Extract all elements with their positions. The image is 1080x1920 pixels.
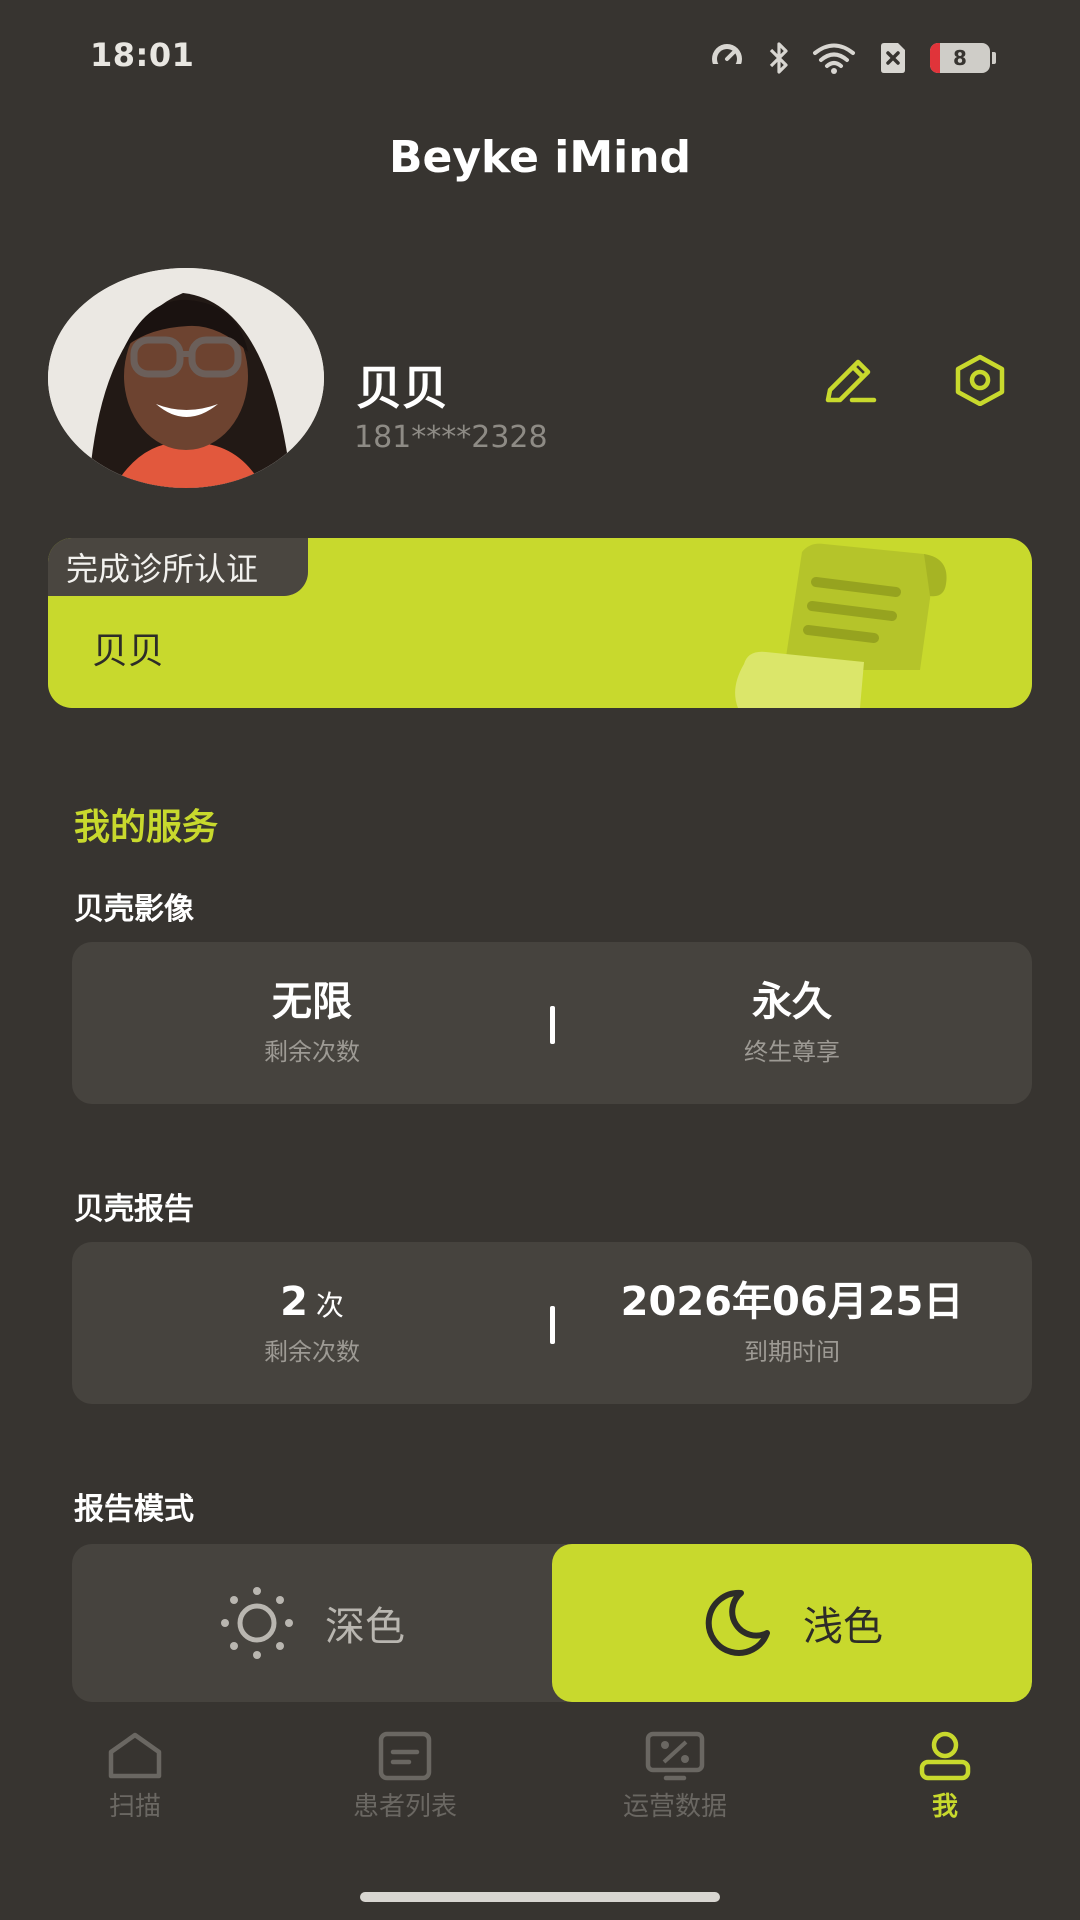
report-mode-toggle: 深色 浅色	[72, 1544, 1032, 1702]
bluetooth-icon	[769, 42, 788, 74]
tab-me-label: 我	[931, 1792, 958, 1822]
user-phone: 181****2328	[354, 420, 548, 455]
imaging-remaining: 无限 剩余次数	[72, 942, 552, 1104]
battery-level: 8	[953, 46, 967, 70]
tab-patient-list-label: 患者列表	[352, 1792, 457, 1822]
no-sim-icon	[881, 43, 905, 73]
tab-patient-list[interactable]: 患者列表	[305, 1720, 505, 1840]
user-name: 贝贝	[356, 361, 448, 415]
imaging-remaining-value: 无限	[272, 978, 352, 1025]
sun-icon	[221, 1587, 293, 1659]
avatar-photo-icon	[48, 268, 324, 488]
bottom-tab-bar: 扫描 患者列表 运营数据 我	[0, 1720, 1080, 1840]
dark-mode-option[interactable]: 深色	[72, 1544, 552, 1702]
clinic-certification-card[interactable]: 完成诊所认证 贝贝	[48, 538, 1032, 708]
house-scan-icon	[108, 1732, 162, 1779]
light-mode-label: 浅色	[803, 1604, 883, 1650]
percent-monitor-icon	[645, 1731, 705, 1781]
report-card: 2次 剩余次数 2026年06月25日 到期时间	[72, 1242, 1032, 1404]
tab-operation-data-label: 运营数据	[622, 1792, 727, 1822]
report-remaining-unit: 次	[315, 1288, 344, 1322]
person-icon	[919, 1731, 971, 1781]
imaging-validity: 永久 终生尊享	[552, 942, 1032, 1104]
edit-profile-button[interactable]	[822, 352, 882, 404]
report-remaining: 2次 剩余次数	[72, 1242, 552, 1404]
certification-name: 贝贝	[92, 631, 165, 672]
report-remaining-label: 剩余次数	[264, 1337, 360, 1366]
dark-mode-label: 深色	[325, 1604, 405, 1650]
status-time: 18:01	[90, 36, 195, 74]
imaging-title: 贝壳影像	[74, 892, 194, 927]
report-expiry: 2026年06月25日 到期时间	[552, 1242, 1032, 1404]
list-card-icon	[378, 1731, 432, 1781]
wifi-icon	[813, 43, 855, 74]
light-mode-option[interactable]: 浅色	[552, 1544, 1032, 1702]
scroll-document-icon	[735, 543, 947, 708]
tab-scan[interactable]: 扫描	[35, 1720, 235, 1840]
report-expiry-label: 到期时间	[744, 1337, 840, 1366]
imaging-remaining-label: 剩余次数	[264, 1037, 360, 1066]
imaging-validity-value: 永久	[752, 978, 832, 1025]
moon-icon	[705, 1589, 770, 1656]
tab-scan-label: 扫描	[108, 1792, 161, 1822]
speedometer-icon	[712, 44, 742, 74]
home-indicator[interactable]	[360, 1892, 720, 1902]
my-services-title: 我的服务	[74, 807, 219, 848]
imaging-validity-label: 终生尊享	[744, 1037, 840, 1066]
report-expiry-value: 2026年06月25日	[620, 1278, 964, 1325]
certification-tag: 完成诊所认证	[48, 538, 309, 596]
tab-operation-data[interactable]: 运营数据	[575, 1720, 775, 1840]
avatar[interactable]	[48, 268, 324, 488]
app-title: Beyke iMind	[388, 132, 692, 183]
imaging-card: 无限 剩余次数 永久 终生尊享	[72, 942, 1032, 1104]
settings-button[interactable]	[950, 354, 1010, 407]
battery-icon: 8	[930, 43, 996, 73]
status-icons: 8	[708, 38, 996, 78]
tab-me[interactable]: 我	[845, 1720, 1045, 1840]
edit-pencil-icon	[825, 359, 877, 403]
report-remaining-number: 2	[280, 1278, 308, 1325]
report-mode-title: 报告模式	[74, 1492, 194, 1527]
report-title: 贝壳报告	[74, 1192, 194, 1227]
report-remaining-value: 2次	[280, 1280, 344, 1324]
hexagon-settings-icon	[955, 354, 1005, 407]
